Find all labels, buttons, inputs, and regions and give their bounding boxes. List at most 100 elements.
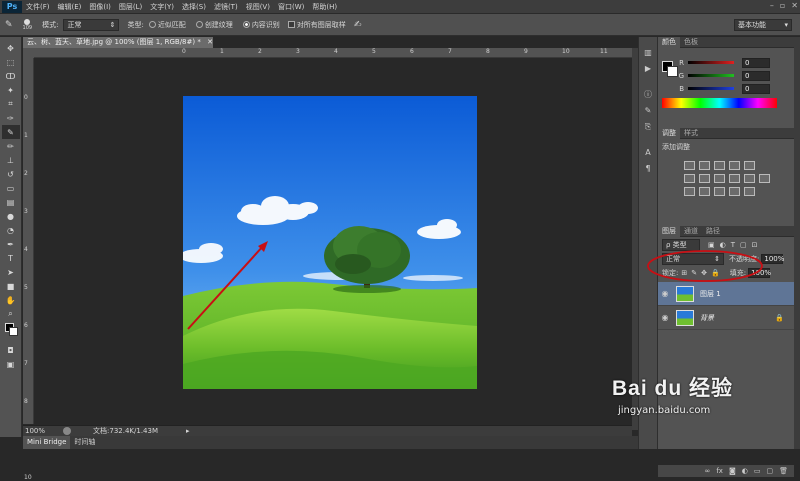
status-menu-arrow-icon[interactable]: ▸ bbox=[186, 427, 190, 435]
brightness-icon[interactable] bbox=[684, 161, 695, 170]
exposure-icon[interactable] bbox=[729, 161, 740, 170]
tab-color[interactable]: 颜色 bbox=[658, 36, 680, 48]
properties-panel-icon[interactable]: ⓘ bbox=[641, 89, 655, 101]
tab-paths[interactable]: 路径 bbox=[702, 226, 724, 237]
move-tool-icon[interactable]: ✥ bbox=[2, 41, 20, 55]
brush-panel-icon[interactable]: ✎ bbox=[641, 105, 655, 117]
status-info-icon[interactable] bbox=[63, 427, 72, 435]
shape-tool-icon[interactable]: ■ bbox=[2, 279, 20, 293]
layer-row-layer1[interactable]: ◉ 图层 1 bbox=[658, 282, 794, 306]
type-option-content-aware[interactable]: 内容识别 bbox=[242, 20, 280, 30]
visibility-eye-icon[interactable]: ◉ bbox=[658, 313, 672, 322]
tab-channels[interactable]: 通道 bbox=[680, 226, 702, 237]
invert-icon[interactable] bbox=[684, 187, 695, 196]
menu-layer[interactable]: 图层(L) bbox=[115, 2, 146, 12]
path-select-tool-icon[interactable]: ➤ bbox=[2, 265, 20, 279]
slider-b[interactable]: B 0 bbox=[672, 82, 770, 95]
menu-file[interactable]: 文件(F) bbox=[22, 2, 54, 12]
black-white-icon[interactable] bbox=[714, 174, 725, 183]
brush-picker[interactable]: 109 bbox=[23, 18, 32, 31]
layer-name[interactable]: 图层 1 bbox=[700, 289, 721, 299]
r-value[interactable]: 0 bbox=[742, 57, 770, 68]
blur-tool-icon[interactable]: ● bbox=[2, 209, 20, 223]
vibrance-icon[interactable] bbox=[744, 161, 755, 170]
slider-r[interactable]: R 0 bbox=[672, 56, 770, 69]
b-value[interactable]: 0 bbox=[742, 83, 770, 94]
tab-timeline[interactable]: 时间轴 bbox=[70, 436, 99, 449]
menu-filter[interactable]: 滤镜(T) bbox=[210, 2, 242, 12]
actions-panel-icon[interactable]: ▶ bbox=[641, 63, 655, 75]
healing-brush-tool-icon[interactable]: ✎ bbox=[1, 125, 20, 139]
selective-color-icon[interactable] bbox=[744, 187, 755, 196]
minimize-button[interactable]: – bbox=[770, 1, 774, 10]
delete-layer-icon[interactable]: 🗑 bbox=[779, 467, 788, 475]
menu-image[interactable]: 图像(I) bbox=[85, 2, 115, 12]
new-layer-icon[interactable]: ▢ bbox=[766, 467, 773, 475]
eyedropper-tool-icon[interactable]: ✑ bbox=[2, 111, 20, 125]
gradient-tool-icon[interactable]: ▤ bbox=[2, 195, 20, 209]
channel-mixer-icon[interactable] bbox=[744, 174, 755, 183]
zoom-tool-icon[interactable]: ⌕ bbox=[2, 307, 20, 321]
type-tool-icon[interactable]: T bbox=[2, 251, 20, 265]
menu-type[interactable]: 文字(Y) bbox=[146, 2, 178, 12]
tab-mini-bridge[interactable]: Mini Bridge bbox=[23, 436, 71, 449]
brush-tool-icon[interactable]: ✏ bbox=[2, 139, 20, 153]
tab-styles[interactable]: 样式 bbox=[680, 128, 702, 139]
mode-select[interactable]: 正常 ⇕ bbox=[63, 18, 120, 31]
visibility-eye-icon[interactable]: ◉ bbox=[658, 289, 672, 298]
history-brush-tool-icon[interactable]: ↺ bbox=[2, 167, 20, 181]
crop-tool-icon[interactable]: ⌗ bbox=[2, 97, 20, 111]
fx-icon[interactable]: fx bbox=[716, 467, 723, 475]
add-mask-icon[interactable]: ◙ bbox=[729, 467, 736, 475]
paragraph-panel-icon[interactable]: ¶ bbox=[641, 163, 655, 175]
document-tab[interactable]: 云、树、蓝天、草地.jpg @ 100% (图层 1, RGB/8#) * ✕ bbox=[23, 37, 213, 48]
menu-window[interactable]: 窗口(W) bbox=[274, 2, 308, 12]
color-balance-icon[interactable] bbox=[699, 174, 710, 183]
close-tab-icon[interactable]: ✕ bbox=[207, 38, 213, 46]
g-value[interactable]: 0 bbox=[742, 70, 770, 81]
quick-mask-icon[interactable]: ◘ bbox=[2, 343, 20, 357]
workspace-select[interactable]: 基本功能 ▾ bbox=[734, 18, 792, 31]
panels-scrollbar[interactable] bbox=[794, 37, 800, 449]
menu-help[interactable]: 帮助(H) bbox=[308, 2, 341, 12]
spot-healing-tool-icon[interactable]: ✎ bbox=[5, 20, 13, 30]
character-panel-icon[interactable]: A bbox=[641, 147, 655, 159]
history-panel-icon[interactable]: ▥ bbox=[641, 47, 655, 59]
threshold-icon[interactable] bbox=[714, 187, 725, 196]
gradient-map-icon[interactable] bbox=[729, 187, 740, 196]
color-spectrum-bar[interactable] bbox=[662, 98, 777, 108]
menu-edit[interactable]: 编辑(E) bbox=[54, 2, 86, 12]
tab-swatches[interactable]: 色板 bbox=[680, 37, 702, 48]
posterize-icon[interactable] bbox=[699, 187, 710, 196]
layer-name[interactable]: 背景 bbox=[700, 313, 714, 323]
b-slider-track[interactable] bbox=[688, 87, 734, 90]
lasso-tool-icon[interactable]: ↀ bbox=[2, 69, 20, 83]
color-lookup-icon[interactable] bbox=[759, 174, 770, 183]
tab-adjustments[interactable]: 调整 bbox=[658, 127, 680, 139]
photo-filter-icon[interactable] bbox=[729, 174, 740, 183]
color-swatches-icon[interactable] bbox=[2, 321, 20, 343]
zoom-level[interactable]: 100% bbox=[25, 427, 45, 435]
hand-tool-icon[interactable]: ✋ bbox=[2, 293, 20, 307]
screen-mode-icon[interactable]: ▣ bbox=[2, 357, 20, 371]
pen-tool-icon[interactable]: ✒ bbox=[2, 237, 20, 251]
clone-source-panel-icon[interactable]: ⎘ bbox=[641, 121, 655, 133]
menu-view[interactable]: 视图(V) bbox=[242, 2, 274, 12]
curves-icon[interactable] bbox=[714, 161, 725, 170]
r-slider-track[interactable] bbox=[688, 61, 734, 64]
type-option-proximity[interactable]: 近似匹配 bbox=[148, 20, 186, 30]
dodge-tool-icon[interactable]: ◔ bbox=[2, 223, 20, 237]
restore-button[interactable]: ▫ bbox=[780, 1, 785, 10]
sample-all-layers-checkbox[interactable]: 对所有图层取样 bbox=[287, 20, 346, 30]
g-slider-track[interactable] bbox=[688, 74, 734, 77]
tab-layers[interactable]: 图层 bbox=[658, 225, 680, 237]
levels-icon[interactable] bbox=[699, 161, 710, 170]
type-option-texture[interactable]: 创建纹理 bbox=[195, 20, 233, 30]
new-adjustment-icon[interactable]: ◐ bbox=[742, 467, 748, 475]
quick-select-tool-icon[interactable]: ✦ bbox=[2, 83, 20, 97]
menu-select[interactable]: 选择(S) bbox=[178, 2, 210, 12]
new-group-icon[interactable]: ▭ bbox=[754, 467, 761, 475]
hue-saturation-icon[interactable] bbox=[684, 174, 695, 183]
marquee-tool-icon[interactable]: ⬚ bbox=[2, 55, 20, 69]
clone-stamp-tool-icon[interactable]: ⊥ bbox=[2, 153, 20, 167]
